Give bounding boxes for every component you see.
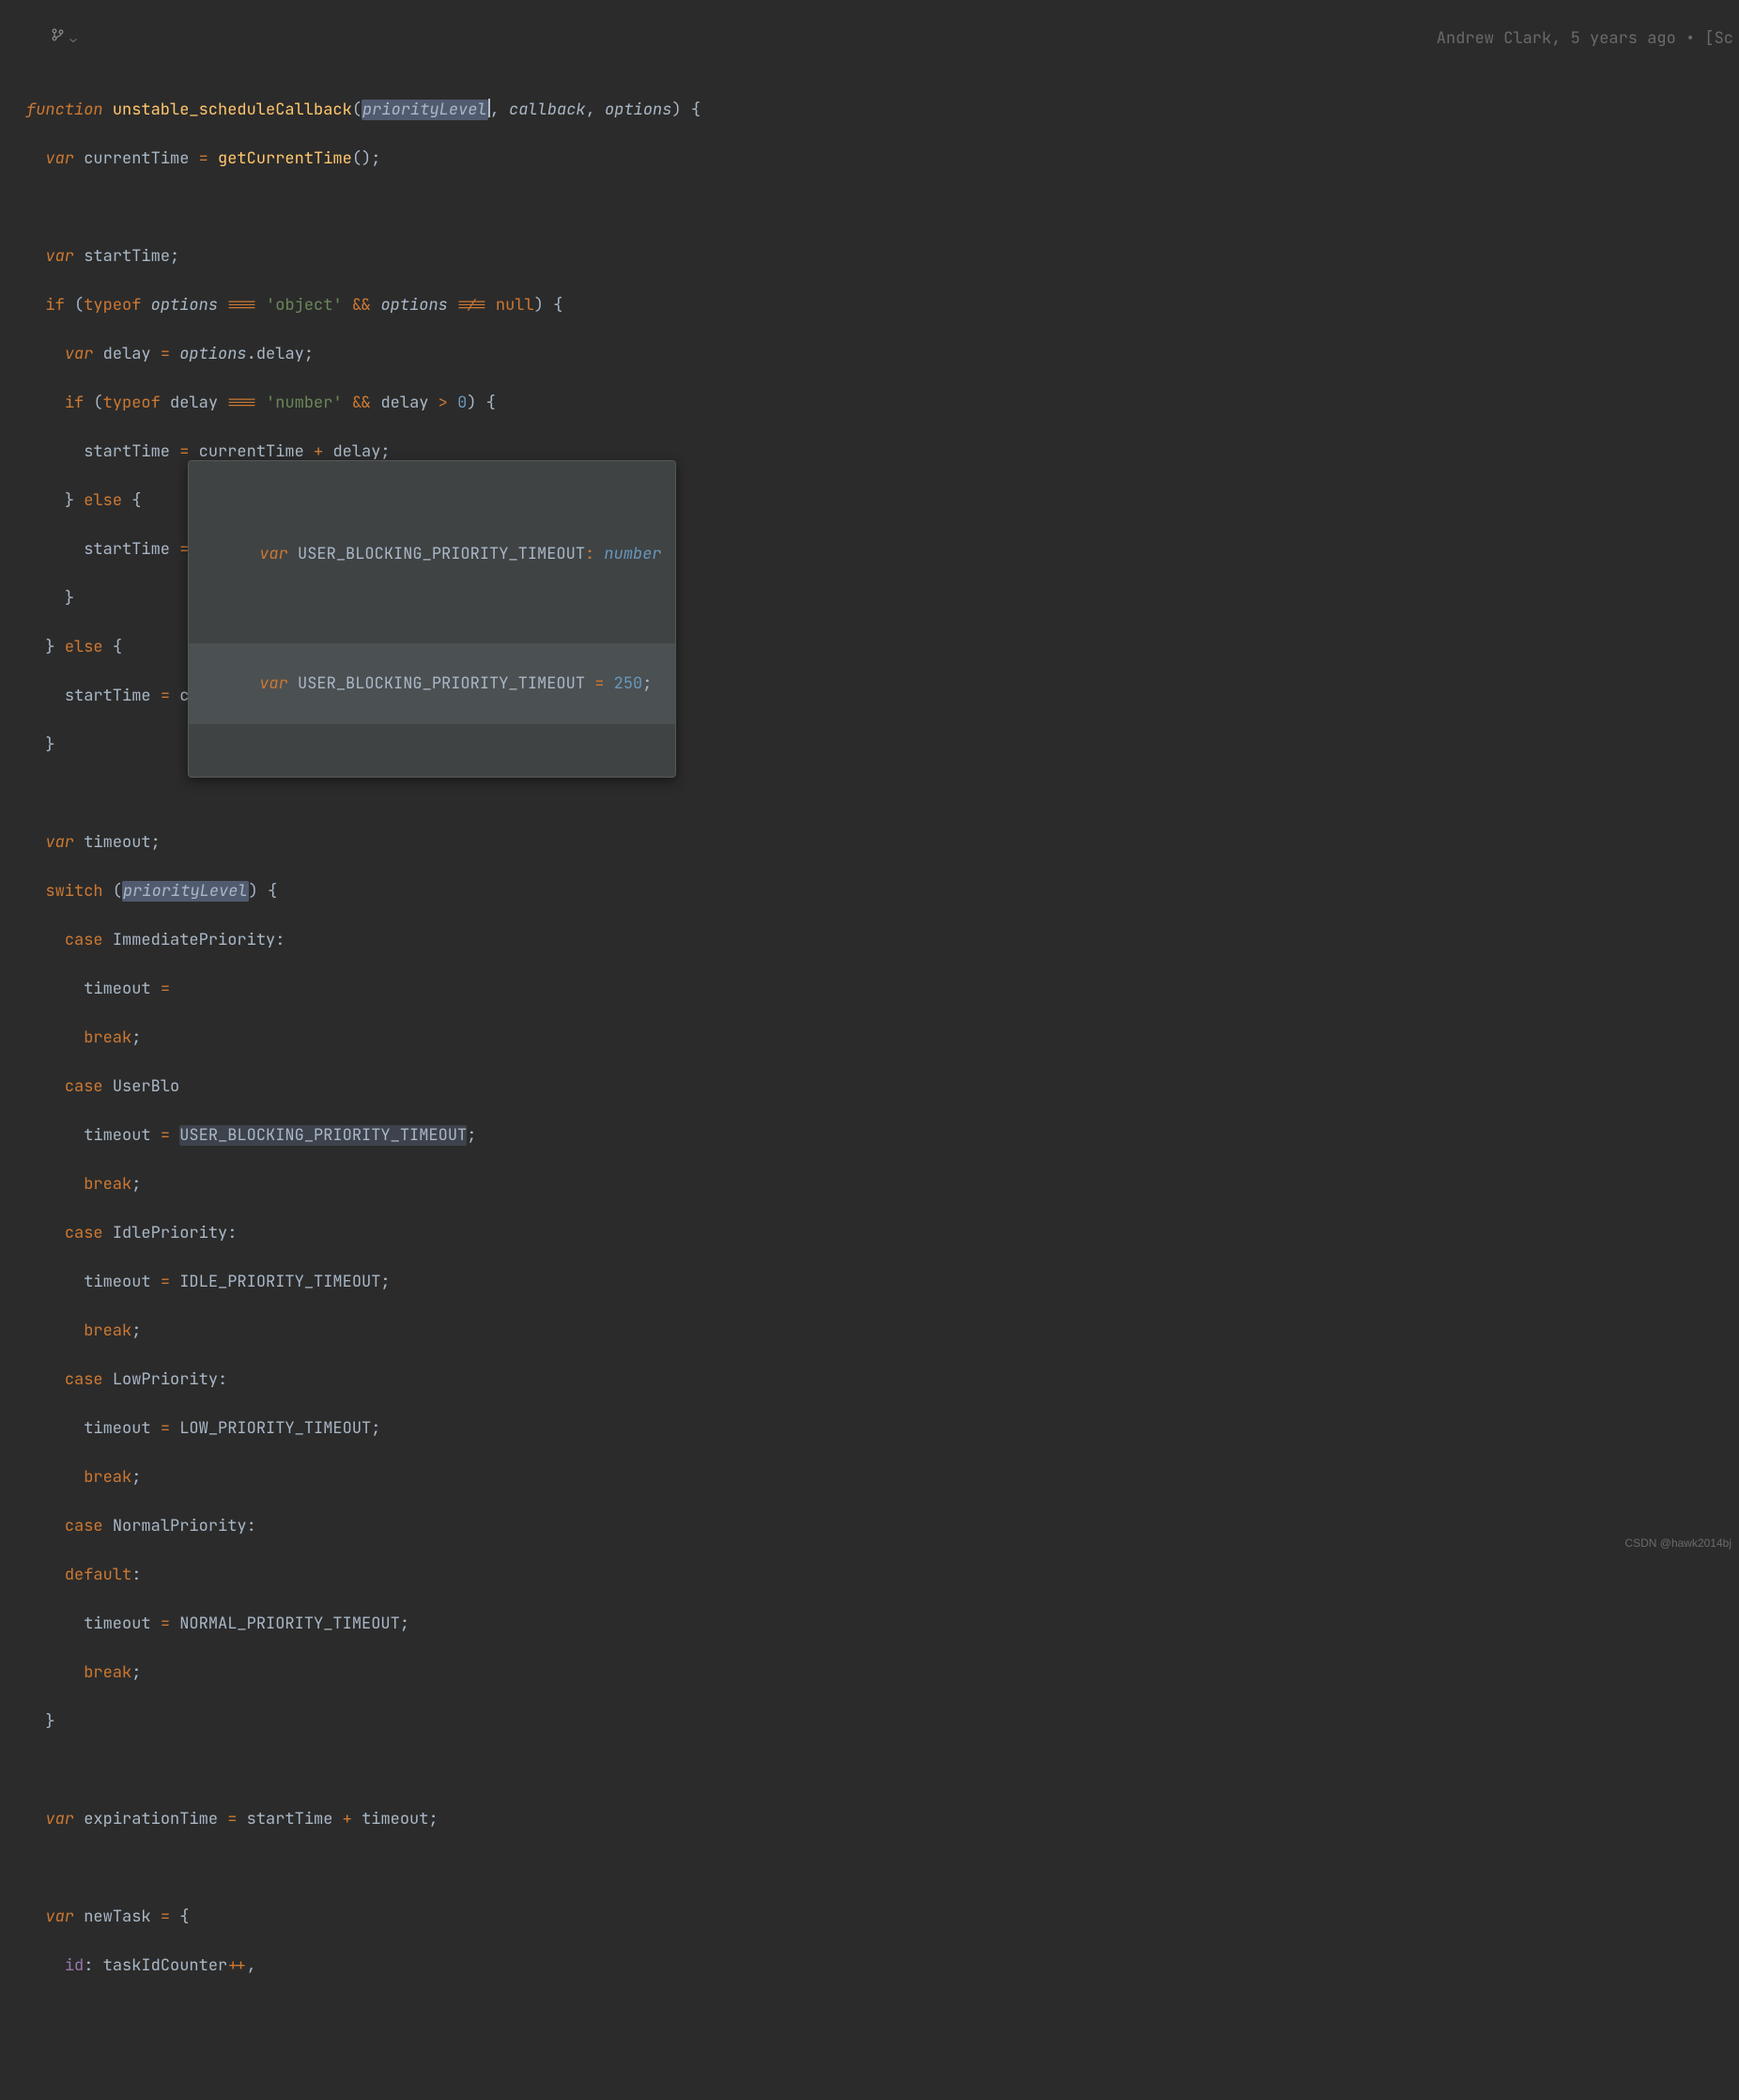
tooltip-definition[interactable]: var USER_BLOCKING_PRIORITY_TIMEOUT = 250… [189,643,675,724]
gitbranch-icon[interactable] [4,2,66,75]
chevron-down-icon[interactable]: ⌄ [69,26,76,51]
watermark: CSDN @hawk2014bj [1624,1531,1731,1555]
git-blame-annotation: Andrew Clark, 5 years ago • [Sc [1437,26,1733,51]
editor-toolbar: ⌄ [4,2,77,75]
tooltip-signature: var USER_BLOCKING_PRIORITY_TIMEOUT: numb… [189,514,675,594]
code-editor[interactable]: ⌄ Andrew Clark, 5 years ago • [Sc functi… [0,0,1739,2100]
hover-tooltip: var USER_BLOCKING_PRIORITY_TIMEOUT: numb… [188,460,676,778]
code-block[interactable]: function unstable_scheduleCallback(prior… [26,98,1739,2002]
